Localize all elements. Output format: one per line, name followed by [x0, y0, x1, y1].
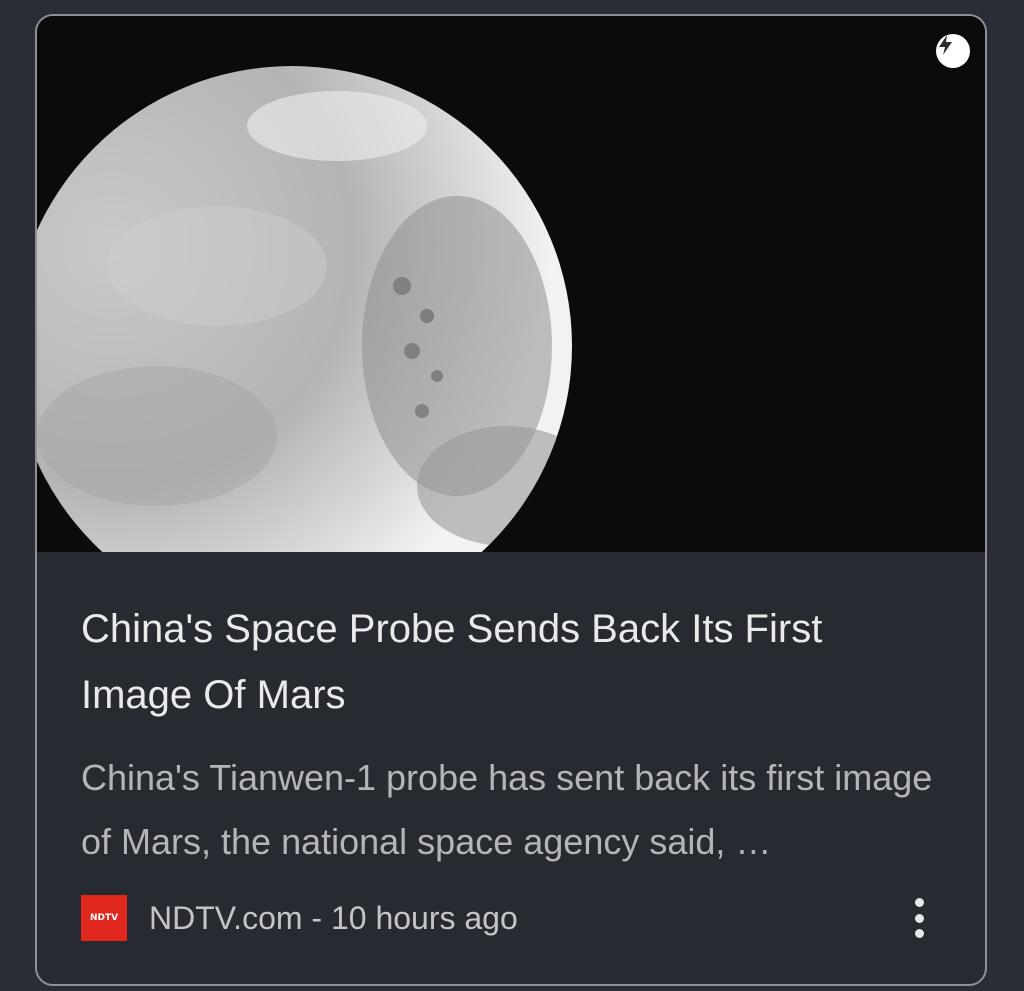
news-card[interactable]: China's Space Probe Sends Back Its First…	[35, 14, 987, 986]
more-vertical-icon	[914, 898, 924, 907]
article-snippet: China's Tianwen-1 probe has sent back it…	[81, 757, 933, 862]
more-options-button[interactable]	[899, 892, 939, 944]
article-meta: NDTV.com - 10 hours ago	[149, 900, 518, 936]
amp-lightning-icon	[936, 34, 970, 68]
mars-planet-image	[37, 66, 572, 552]
source-logo: NDTV	[81, 895, 127, 941]
article-image[interactable]	[37, 16, 985, 552]
source-logo-text: NDTV	[89, 913, 119, 923]
article-headline[interactable]: China's Space Probe Sends Back Its First…	[81, 596, 941, 728]
